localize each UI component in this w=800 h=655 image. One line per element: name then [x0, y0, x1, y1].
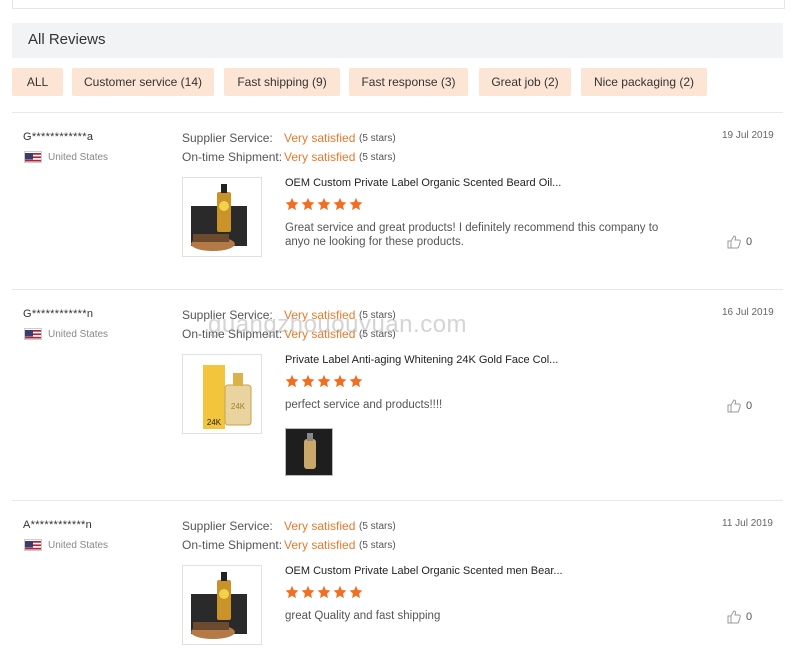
supplier-service-label: Supplier Service:	[182, 308, 273, 322]
reviewer-name: A************n	[23, 519, 93, 531]
svg-text:24K: 24K	[231, 402, 246, 411]
supplier-service-rating: Very satisfied	[284, 308, 356, 322]
on-time-shipment-rating: Very satisfied	[284, 538, 356, 552]
star-icon	[317, 197, 331, 211]
previous-panel-edge	[12, 0, 785, 9]
star-icon	[317, 585, 331, 599]
helpful-count: 0	[746, 400, 753, 412]
review-text: perfect service and products!!!!	[285, 399, 443, 411]
review-date: 16 Jul 2019	[722, 307, 774, 318]
star-icon	[349, 374, 363, 388]
filter-fast-response[interactable]: Fast response (3)	[349, 68, 468, 96]
filter-all[interactable]: ALL	[12, 68, 63, 96]
star-icon	[333, 197, 347, 211]
star-icon	[349, 197, 363, 211]
reviewer-country: United States	[48, 152, 109, 163]
star-icon	[301, 374, 315, 388]
review-date: 11 Jul 2019	[722, 518, 773, 529]
on-time-shipment-label: On-time Shipment:	[182, 538, 283, 552]
product-title[interactable]: Private Label Anti-aging Whitening 24K G…	[285, 354, 558, 366]
supplier-service-label: Supplier Service:	[182, 131, 273, 145]
us-flag-icon	[24, 151, 42, 163]
star-icon	[333, 585, 347, 599]
us-flag-icon	[24, 539, 42, 551]
review-text: Great service and great products! I defi…	[285, 222, 659, 248]
on-time-shipment-rating: Very satisfied	[284, 327, 356, 341]
on-time-shipment-label: On-time Shipment:	[182, 327, 283, 341]
supplier-service-stars: (5 stars)	[359, 310, 396, 321]
on-time-shipment-stars: (5 stars)	[359, 540, 396, 551]
star-icon	[317, 374, 331, 388]
us-flag-icon	[24, 328, 42, 340]
helpful-count: 0	[746, 611, 753, 623]
supplier-service-rating: Very satisfied	[284, 519, 356, 533]
supplier-service-stars: (5 stars)	[359, 133, 396, 144]
divider	[12, 112, 783, 113]
filter-fast-shipping[interactable]: Fast shipping (9)	[224, 68, 340, 96]
reviewer-name: G************n	[23, 308, 94, 320]
reviewer-country: United States	[48, 329, 109, 340]
divider	[12, 500, 783, 501]
star-icon	[301, 585, 315, 599]
product-thumbnail[interactable]: 24K 24K	[182, 354, 262, 434]
on-time-shipment-stars: (5 stars)	[359, 329, 396, 340]
reviews-header: All Reviews	[12, 23, 783, 58]
review-date: 19 Jul 2019	[722, 130, 774, 141]
filter-great-job[interactable]: Great job (2)	[479, 68, 571, 96]
star-rating	[285, 197, 365, 213]
star-icon	[349, 585, 363, 599]
reviewer-country: United States	[48, 540, 109, 551]
supplier-service-label: Supplier Service:	[182, 519, 273, 533]
star-icon	[333, 374, 347, 388]
on-time-shipment-label: On-time Shipment:	[182, 150, 283, 164]
svg-text:24K: 24K	[207, 418, 222, 427]
filter-customer-service[interactable]: Customer service (14)	[72, 68, 214, 96]
review-text: great Quality and fast shipping	[285, 610, 441, 622]
star-rating	[285, 585, 365, 601]
helpful-count: 0	[746, 236, 753, 248]
reviewer-name: G************a	[23, 131, 94, 143]
filter-nice-packaging[interactable]: Nice packaging (2)	[581, 68, 707, 96]
thumbs-up-icon[interactable]	[727, 610, 741, 629]
star-icon	[285, 585, 299, 599]
divider	[12, 289, 783, 290]
star-icon	[285, 374, 299, 388]
product-thumbnail[interactable]	[182, 565, 262, 645]
supplier-service-rating: Very satisfied	[284, 131, 356, 145]
star-rating	[285, 374, 365, 390]
thumbs-up-icon[interactable]	[727, 399, 741, 418]
section-title: All Reviews	[28, 31, 106, 48]
on-time-shipment-rating: Very satisfied	[284, 150, 356, 164]
on-time-shipment-stars: (5 stars)	[359, 152, 396, 163]
review-photo[interactable]	[285, 428, 333, 476]
supplier-service-stars: (5 stars)	[359, 521, 396, 532]
thumbs-up-icon[interactable]	[727, 235, 741, 254]
product-thumbnail[interactable]	[182, 177, 262, 257]
product-title[interactable]: OEM Custom Private Label Organic Scented…	[285, 177, 561, 189]
star-icon	[301, 197, 315, 211]
product-title[interactable]: OEM Custom Private Label Organic Scented…	[285, 565, 563, 577]
star-icon	[285, 197, 299, 211]
